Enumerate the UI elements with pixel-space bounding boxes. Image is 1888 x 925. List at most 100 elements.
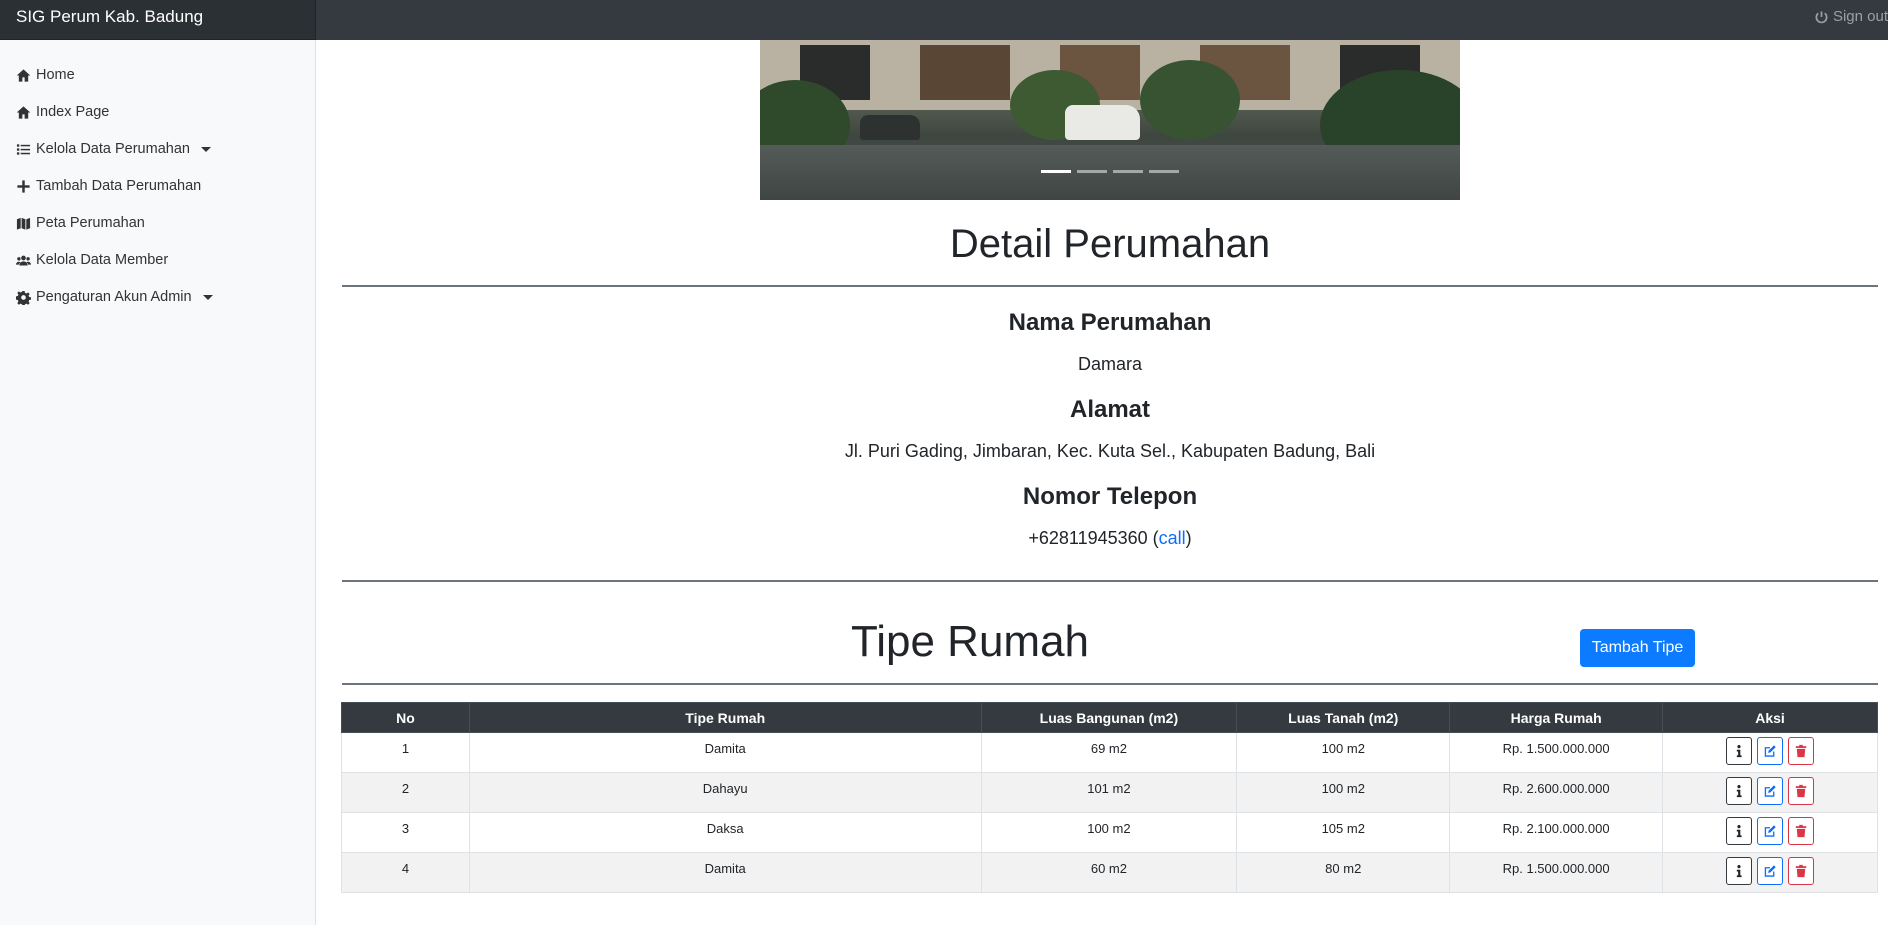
edit-icon (1764, 785, 1776, 797)
alamat-label: Alamat (1069, 396, 1151, 423)
divider (342, 580, 1878, 582)
table-row: 4 Damita 60 m2 80 m2 Rp. 1.500.000.000 (341, 852, 1878, 893)
nomor-telepon-row: +62811945360 (call) (1028, 528, 1192, 548)
carousel-indicator-3[interactable] (1113, 170, 1143, 173)
trash-icon (1795, 744, 1807, 758)
nomor-telepon-label: Nomor Telepon (1022, 483, 1198, 510)
top-navbar: SIG Perum Kab. Badung Sign out (0, 0, 1888, 40)
divider (342, 285, 1878, 287)
chevron-down-icon (202, 294, 213, 300)
dark-car (860, 115, 920, 140)
cell-luas-bangunan: 100 m2 (980, 812, 1238, 853)
column-header-luas-tanah: Luas Tanah (m2) (1236, 702, 1451, 733)
trash-icon (1795, 864, 1807, 878)
section-title-tipe-rumah: Tipe Rumah (850, 617, 1090, 666)
cell-luas-tanah: 105 m2 (1236, 812, 1451, 853)
table-row: 1 Damita 69 m2 100 m2 Rp. 1.500.000.000 (341, 732, 1878, 773)
table-row: 2 Dahayu 101 m2 100 m2 Rp. 2.600.000.000 (341, 772, 1878, 813)
cell-no: 3 (341, 812, 470, 853)
sidebar-item-index-page[interactable]: Index Page (16, 101, 109, 123)
nama-perumahan-label: Nama Perumahan (1008, 309, 1212, 336)
cell-tipe-rumah: Dahayu (468, 772, 982, 813)
info-icon (1736, 825, 1742, 838)
detail-button[interactable] (1726, 857, 1753, 885)
delete-button[interactable] (1788, 777, 1815, 805)
table-row: 3 Daksa 100 m2 105 m2 Rp. 2.100.000.000 (341, 812, 1878, 853)
cell-no: 1 (341, 732, 470, 773)
edit-icon (1764, 825, 1776, 837)
alamat-value: Jl. Puri Gading, Jimbaran, Kec. Kuta Sel… (844, 441, 1376, 461)
sidebar-item-kelola-data-member[interactable]: Kelola Data Member (16, 249, 168, 271)
list-icon (16, 143, 31, 155)
brand-title[interactable]: SIG Perum Kab. Badung (0, 0, 316, 40)
sidebar-item-label: Peta Perumahan (36, 215, 145, 231)
sidebar-item-label: Kelola Data Perumahan (36, 141, 190, 157)
tree (1140, 60, 1240, 140)
sidebar-item-peta-perumahan[interactable]: Peta Perumahan (16, 212, 145, 234)
sidebar-item-label: Home (36, 67, 75, 83)
delete-button[interactable] (1788, 817, 1815, 845)
cell-aksi (1662, 732, 1878, 773)
delete-button[interactable] (1788, 737, 1815, 765)
column-header-tipe-rumah: Tipe Rumah (468, 702, 982, 733)
edit-icon (1764, 745, 1776, 757)
detail-button[interactable] (1726, 817, 1753, 845)
sidebar: Home Index Page Kelola Data Perumahan Ta… (0, 40, 316, 925)
cell-luas-bangunan: 69 m2 (980, 732, 1238, 773)
trash-icon (1795, 824, 1807, 838)
edit-button[interactable] (1757, 857, 1784, 885)
cell-tipe-rumah: Damita (468, 852, 982, 893)
chevron-down-icon (200, 146, 211, 152)
column-header-aksi: Aksi (1662, 702, 1878, 733)
sidebar-item-home[interactable]: Home (16, 64, 75, 86)
sidebar-item-label: Tambah Data Perumahan (36, 178, 202, 194)
users-icon (16, 255, 31, 265)
page-title-detail: Detail Perumahan (949, 222, 1271, 266)
carousel-indicator-4[interactable] (1149, 170, 1179, 173)
sidebar-item-label: Pengaturan Akun Admin (36, 289, 192, 305)
edit-button[interactable] (1757, 777, 1784, 805)
nomor-telepon-value: +62811945360 (1028, 528, 1148, 548)
divider (342, 683, 1878, 685)
column-header-harga-rumah: Harga Rumah (1449, 702, 1664, 733)
sidebar-item-tambah-data-perumahan[interactable]: Tambah Data Perumahan (16, 175, 201, 197)
housing-carousel[interactable] (760, 40, 1460, 200)
cell-aksi (1662, 812, 1878, 853)
cell-tipe-rumah: Damita (468, 732, 982, 773)
signout-label: Sign out (1832, 8, 1888, 25)
info-icon (1736, 865, 1742, 878)
delete-button[interactable] (1788, 857, 1815, 885)
table-header-row: No Tipe Rumah Luas Bangunan (m2) Luas Ta… (341, 702, 1878, 733)
gear-icon (16, 290, 31, 305)
info-icon (1736, 745, 1742, 758)
sidebar-item-kelola-data-perumahan[interactable]: Kelola Data Perumahan (16, 138, 211, 160)
cell-aksi (1662, 772, 1878, 813)
edit-button[interactable] (1757, 737, 1784, 765)
cell-harga-rumah: Rp. 1.500.000.000 (1449, 732, 1664, 773)
sidebar-item-pengaturan-akun-admin[interactable]: Pengaturan Akun Admin (16, 286, 213, 308)
edit-button[interactable] (1757, 817, 1784, 845)
cell-harga-rumah: Rp. 2.100.000.000 (1449, 812, 1664, 853)
cell-harga-rumah: Rp. 1.500.000.000 (1449, 852, 1664, 893)
nama-perumahan-value: Damara (1077, 354, 1143, 374)
column-header-luas-bangunan: Luas Bangunan (m2) (980, 702, 1238, 733)
info-icon (1736, 785, 1742, 798)
column-header-no: No (341, 702, 470, 733)
cell-no: 4 (341, 852, 470, 893)
sidebar-item-label: Kelola Data Member (36, 252, 169, 268)
carousel-indicator-2[interactable] (1077, 170, 1107, 173)
detail-button[interactable] (1726, 737, 1753, 765)
power-icon (1815, 10, 1828, 23)
call-link[interactable]: call (1159, 528, 1186, 548)
cell-luas-bangunan: 101 m2 (980, 772, 1238, 813)
cell-luas-tanah: 80 m2 (1236, 852, 1451, 893)
road (760, 145, 1460, 200)
tambah-tipe-button[interactable]: Tambah Tipe (1580, 629, 1695, 667)
detail-button[interactable] (1726, 777, 1753, 805)
cell-aksi (1662, 852, 1878, 893)
signout-link[interactable]: Sign out (1814, 0, 1888, 34)
white-car (1065, 105, 1140, 140)
carousel-indicator-1[interactable] (1041, 170, 1071, 173)
cell-harga-rumah: Rp. 2.600.000.000 (1449, 772, 1664, 813)
cell-luas-tanah: 100 m2 (1236, 732, 1451, 773)
